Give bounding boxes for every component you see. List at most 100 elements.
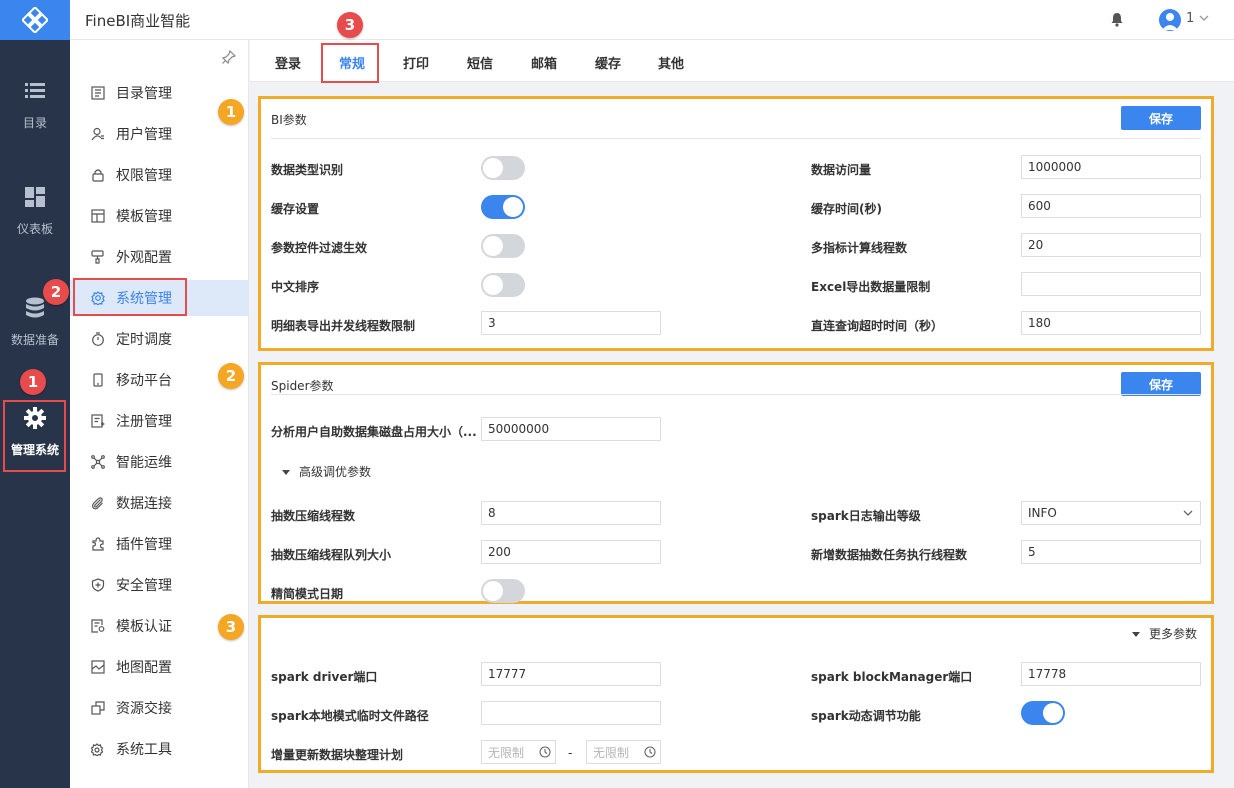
spark-dynamic-label: spark动态调节功能: [811, 709, 921, 723]
sidebar-item-label: 数据连接: [116, 496, 172, 512]
param-filter-toggle[interactable]: [481, 234, 525, 258]
divider: [271, 394, 1201, 395]
caret-down-icon: [282, 469, 290, 475]
dashboard-icon: [24, 186, 46, 208]
register-icon: [90, 413, 106, 429]
spark-dynamic-toggle[interactable]: [1021, 701, 1065, 725]
more-params-toggle[interactable]: 更多参数: [1131, 625, 1197, 642]
range-dash: -: [568, 746, 573, 760]
data-access-input[interactable]: 1000000: [1021, 155, 1201, 179]
save-button[interactable]: 保存: [1121, 106, 1201, 130]
spark-log-select[interactable]: INFO: [1021, 501, 1201, 525]
sidebar-item-handover[interactable]: 资源交接: [70, 690, 249, 726]
sidebar-item-label: 模板管理: [116, 209, 172, 225]
incremental-plan-label: 增量更新数据块整理计划: [271, 748, 404, 762]
divider: [271, 138, 1201, 139]
rail-item-dashboard[interactable]: 仪表板: [0, 186, 70, 237]
cn-sort-toggle[interactable]: [481, 273, 525, 297]
local-path-input[interactable]: [481, 701, 661, 725]
tab-email[interactable]: 邮箱: [531, 53, 557, 72]
highlight-general-tab: [321, 43, 379, 83]
section-badge-3: 3: [218, 614, 244, 640]
logo-icon: [22, 7, 48, 33]
rail-item-catalog[interactable]: 目录: [0, 80, 70, 131]
advanced-label: 高级调优参数: [299, 465, 372, 479]
mobile-icon: [90, 372, 106, 388]
sidebar-item-map[interactable]: 地图配置: [70, 649, 249, 685]
blockmanager-port-input[interactable]: 17778: [1021, 662, 1201, 686]
spark-log-label: spark日志输出等级: [811, 509, 921, 523]
sidebar-item-schedule[interactable]: 定时调度: [70, 321, 249, 357]
tab-cache[interactable]: 缓存: [595, 53, 621, 72]
admin-sidebar: 目录管理 用户管理 权限管理 模板管理 外观配置 系统管理 定时调度 移动平台 …: [70, 40, 249, 788]
tab-sms[interactable]: 短信: [467, 53, 493, 72]
compress-threads-input[interactable]: 8: [481, 501, 661, 525]
shield-icon: [90, 577, 106, 593]
plan-start-time[interactable]: 无限制: [481, 740, 556, 764]
data-type-toggle[interactable]: [481, 156, 525, 180]
plan-end-time[interactable]: 无限制: [586, 740, 661, 764]
chevron-down-icon[interactable]: [1198, 12, 1210, 27]
cache-setting-label: 缓存设置: [271, 202, 320, 216]
disk-usage-label: 分析用户自助数据集磁盘占用大小（...: [271, 425, 477, 439]
settings-tabs: 登录 常规 打印 短信 邮箱 缓存 其他: [250, 40, 1234, 82]
detail-export-input[interactable]: 3: [481, 311, 661, 335]
tab-print[interactable]: 打印: [403, 53, 429, 72]
simple-mode-toggle[interactable]: [481, 579, 525, 603]
sidebar-item-templates[interactable]: 模板管理: [70, 198, 249, 234]
sidebar-item-label: 智能运维: [116, 455, 172, 471]
section-badge-2: 2: [218, 363, 244, 389]
sidebar-item-permissions[interactable]: 权限管理: [70, 157, 249, 193]
detail-export-label: 明细表导出并发线程数限制: [271, 319, 416, 333]
sidebar-item-data-connection[interactable]: 数据连接: [70, 485, 249, 521]
driver-port-input[interactable]: 17777: [481, 662, 661, 686]
pin-icon[interactable]: [221, 49, 237, 67]
sidebar-item-label: 模板认证: [116, 619, 172, 635]
sidebar-item-tools[interactable]: 系统工具: [70, 731, 249, 767]
user-name[interactable]: 1: [1186, 11, 1194, 26]
app-title: FineBI商业智能: [85, 12, 191, 30]
sidebar-item-ops[interactable]: 智能运维: [70, 444, 249, 480]
sidebar-item-appearance[interactable]: 外观配置: [70, 239, 249, 275]
tab-other[interactable]: 其他: [658, 53, 684, 72]
template-icon: [90, 208, 106, 224]
compress-queue-input[interactable]: 200: [481, 540, 661, 564]
sidebar-item-security[interactable]: 安全管理: [70, 567, 249, 603]
rail-item-label: 仪表板: [16, 222, 53, 236]
top-header: FineBI商业智能 1: [70, 0, 1234, 40]
network-icon: [90, 454, 106, 470]
advanced-toggle[interactable]: 高级调优参数: [281, 463, 371, 480]
tools-icon: [90, 741, 106, 757]
sidebar-item-registration[interactable]: 注册管理: [70, 403, 249, 439]
rail-item-data-prep[interactable]: 数据准备: [0, 297, 70, 348]
sidebar-item-label: 插件管理: [116, 537, 172, 553]
highlight-admin-rail: [3, 400, 66, 472]
more-params-panel: 更多参数 spark driver端口 17777 spark本地模式临时文件路…: [258, 615, 1214, 773]
clock-icon: [644, 746, 656, 758]
driver-port-label: spark driver端口: [271, 670, 378, 684]
simple-mode-label: 精简模式日期: [271, 587, 344, 601]
panel-title: Spider参数: [271, 379, 334, 393]
user-avatar[interactable]: [1159, 9, 1181, 31]
sidebar-item-plugins[interactable]: 插件管理: [70, 526, 249, 562]
compress-threads-label: 抽数压缩线程数: [271, 509, 356, 523]
multi-calc-input[interactable]: 20: [1021, 233, 1201, 257]
tab-login[interactable]: 登录: [275, 53, 301, 72]
bi-params-panel: BI参数 保存 数据类型识别 缓存设置 参数控件过滤生效 中文排序 明细表导出并…: [258, 96, 1214, 351]
disk-usage-input[interactable]: 50000000: [481, 417, 661, 441]
multi-calc-label: 多指标计算线程数: [811, 241, 908, 255]
data-access-label: 数据访问量: [811, 163, 872, 177]
bell-icon[interactable]: [1110, 12, 1124, 30]
cache-setting-toggle[interactable]: [481, 195, 525, 219]
step-badge-1: 1: [20, 369, 46, 395]
rail-item-label: 目录: [22, 116, 47, 130]
spider-params-panel: Spider参数 保存 分析用户自助数据集磁盘占用大小（... 50000000…: [258, 362, 1214, 604]
user-icon: [1162, 13, 1178, 30]
new-task-input[interactable]: 5: [1021, 540, 1201, 564]
app-logo[interactable]: [0, 0, 70, 40]
direct-timeout-input[interactable]: 180: [1021, 311, 1201, 335]
cache-time-input[interactable]: 600: [1021, 194, 1201, 218]
database-icon: [24, 297, 46, 319]
excel-limit-input[interactable]: [1021, 272, 1201, 296]
save-button[interactable]: 保存: [1121, 372, 1201, 396]
